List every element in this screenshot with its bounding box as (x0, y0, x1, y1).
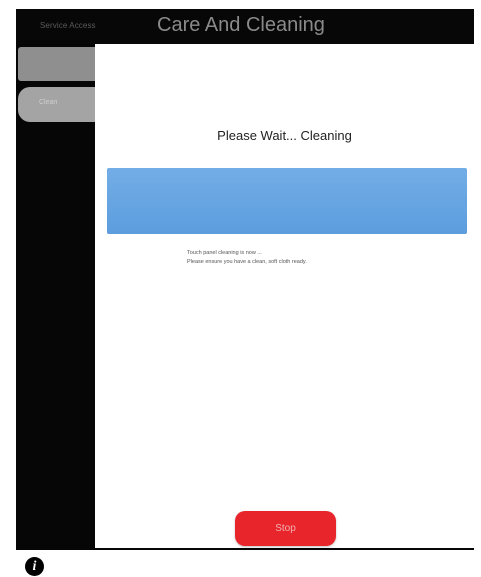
sidebar-item-clean[interactable]: Clean (18, 87, 95, 122)
progress-bar (107, 168, 467, 234)
sidebar-item-label: Clean (39, 99, 58, 106)
progress-fill (107, 168, 467, 234)
cleaning-panel: Please Wait... Cleaning Touch panel clea… (95, 44, 474, 548)
instruction-line: Please ensure you have a clean, soft clo… (187, 259, 307, 265)
title-bar: Service Access Care And Cleaning (16, 9, 474, 44)
instructions: Touch panel cleaning is now ... Please e… (187, 249, 307, 267)
status-title: Please Wait... Cleaning (95, 128, 474, 143)
sidebar-item-blank[interactable] (18, 47, 95, 81)
stop-button[interactable]: Stop (235, 511, 336, 546)
instruction-line: Touch panel cleaning is now ... (187, 250, 262, 256)
sidebar: Clean (16, 44, 95, 550)
service-access-link[interactable]: Service Access (40, 21, 96, 30)
status-title-text: Please Wait... Cleaning (217, 128, 352, 143)
page-title: Care And Cleaning (157, 14, 325, 36)
info-icon[interactable]: i (25, 557, 44, 576)
device-screen: Service Access Care And Cleaning Clean P… (16, 9, 474, 550)
